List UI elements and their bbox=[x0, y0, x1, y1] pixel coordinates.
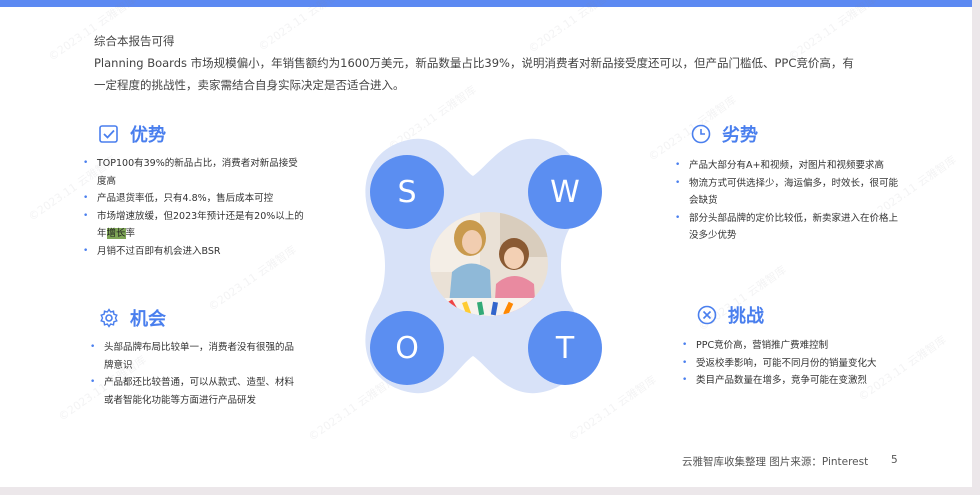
x-circle-icon bbox=[696, 304, 718, 326]
swot-circle-s: S bbox=[370, 155, 444, 229]
strengths-title: 优势 bbox=[130, 125, 166, 146]
list-item: 产品大部分有A+和视频，对图片和视频要求高 bbox=[675, 157, 930, 175]
highlighted-text: 增长 bbox=[106, 228, 126, 239]
clock-icon bbox=[690, 123, 712, 145]
swot-circle-t: T bbox=[528, 311, 602, 385]
weaknesses-list: 产品大部分有A+和视频，对图片和视频要求高 物流方式可供选择少，海运偏多，时效长… bbox=[675, 157, 930, 245]
footer-source: 云雅智库收集整理 图片来源：Pinterest bbox=[682, 456, 869, 468]
swot-circle-w: W bbox=[528, 155, 602, 229]
intro-heading: 综合本报告可得 bbox=[94, 34, 175, 48]
weaknesses-header: 劣势 bbox=[690, 121, 758, 147]
list-item: PPC竞价高，营销推广费难控制 bbox=[682, 337, 922, 355]
opportunities-header: 机会 bbox=[98, 305, 166, 331]
list-item: 受返校季影响，可能不同月份的销量变化大 bbox=[682, 355, 922, 373]
page-number: 5 bbox=[891, 454, 898, 466]
weaknesses-title: 劣势 bbox=[722, 125, 758, 146]
threats-list: PPC竞价高，营销推广费难控制 受返校季影响，可能不同月份的销量变化大 类目产品… bbox=[682, 337, 922, 390]
list-item: 部分头部品牌的定价比较低，新卖家进入在价格上没多少优势 bbox=[675, 210, 930, 245]
list-item: 市场增速放缓，但2023年预计还是有20%以上的年增长率 bbox=[83, 208, 333, 243]
intro-line-1: Planning Boards 市场规模偏小，年销售额约为1600万美元，新品数… bbox=[94, 56, 854, 70]
swot-graphic: S W O T bbox=[358, 136, 602, 396]
opportunities-title: 机会 bbox=[130, 309, 166, 330]
list-item: TOP100有39%的新品占比，消费者对新品接受度高 bbox=[83, 155, 333, 190]
swot-circle-o: O bbox=[370, 311, 444, 385]
list-item: 头部品牌布局比较单一，消费者没有很强的品牌意识 bbox=[90, 339, 330, 374]
intro-text: 综合本报告可得 Planning Boards 市场规模偏小，年销售额约为160… bbox=[94, 30, 894, 96]
threats-header: 挑战 bbox=[696, 302, 764, 328]
list-item: 产品都还比较普通，可以从款式、造型、材料或者智能化功能等方面进行产品研发 bbox=[90, 374, 330, 409]
list-item: 类目产品数量在增多，竞争可能在变激烈 bbox=[682, 372, 922, 390]
opportunities-list: 头部品牌布局比较单一，消费者没有很强的品牌意识 产品都还比较普通，可以从款式、造… bbox=[90, 339, 330, 409]
list-item: 物流方式可供选择少，海运偏多，时效长，很可能会缺货 bbox=[675, 175, 930, 210]
strengths-header: 优势 bbox=[98, 121, 166, 147]
intro-line-2: 一定程度的挑战性，卖家需结合自身实际决定是否适合进入。 bbox=[94, 78, 405, 92]
photo-mother-and-child-drawing bbox=[430, 212, 548, 316]
strengths-list: TOP100有39%的新品占比，消费者对新品接受度高 产品退货率低，只有4.8%… bbox=[83, 155, 333, 260]
threats-title: 挑战 bbox=[728, 306, 764, 327]
list-item: 产品退货率低，只有4.8%，售后成本可控 bbox=[83, 190, 333, 208]
top-accent-bar bbox=[0, 0, 972, 7]
checkbox-icon bbox=[98, 123, 120, 145]
list-item: 月销不过百即有机会进入BSR bbox=[83, 243, 333, 261]
slide: ©2023.11 云雅智库 ©2023.11 云雅智库 ©2023.11 云雅智… bbox=[0, 0, 972, 487]
gear-icon bbox=[98, 307, 120, 329]
